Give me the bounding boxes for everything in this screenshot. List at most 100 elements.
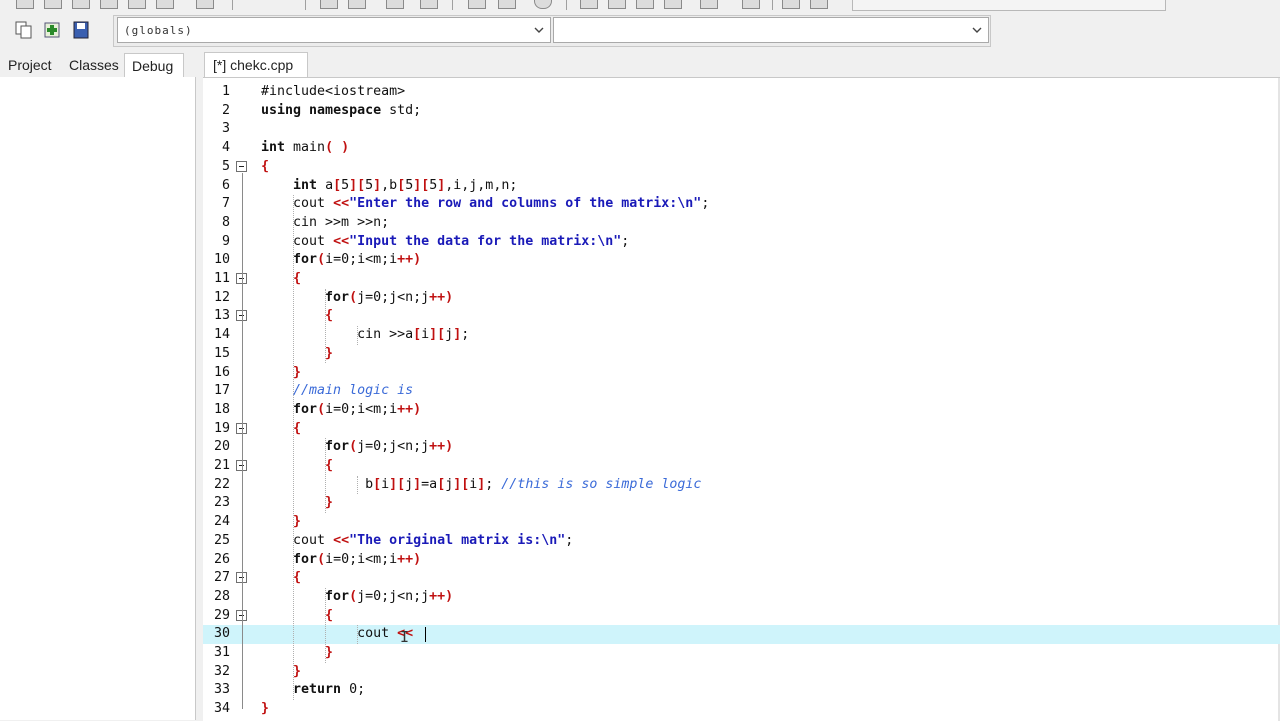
code-line[interactable]: 22 b[i][j]=a[j][i]; //this is so simple …: [203, 476, 1280, 495]
panel-splitter[interactable]: [196, 50, 203, 720]
code-line[interactable]: 32 }: [203, 663, 1280, 682]
code-line[interactable]: 34}: [203, 700, 1280, 719]
code-line[interactable]: 10 for(i=0;i<m;i++): [203, 251, 1280, 270]
code-line[interactable]: 14 cin >>a[i][j];: [203, 326, 1280, 345]
code-line[interactable]: 3: [203, 120, 1280, 139]
code-line[interactable]: 9 cout <<"Input the data for the matrix:…: [203, 233, 1280, 252]
new-project-icon[interactable]: [580, 0, 598, 9]
line-number: 13: [213, 308, 230, 324]
code-line[interactable]: 33 return 0;: [203, 681, 1280, 700]
debug-icon[interactable]: [468, 0, 486, 9]
code-line[interactable]: 5{: [203, 158, 1280, 177]
goto-declaration-button[interactable]: [13, 19, 35, 41]
class-browser-icon[interactable]: [810, 0, 828, 9]
indent-icon[interactable]: [742, 0, 760, 9]
compile-icon[interactable]: [320, 0, 338, 9]
code-line[interactable]: 30 cout <<: [203, 625, 1280, 644]
profile-icon[interactable]: [534, 0, 552, 9]
code-text: int a[5][5],b[5][5],i,j,m,n;: [293, 177, 518, 193]
code-text: }: [325, 495, 334, 511]
code-line[interactable]: 27 {: [203, 569, 1280, 588]
code-text: cout <<"The original matrix is:\n";: [261, 532, 574, 548]
code-line[interactable]: 8 cin >>m >>n;: [203, 214, 1280, 233]
code-text: using namespace std;: [261, 102, 422, 118]
unindent-icon[interactable]: [782, 0, 800, 9]
undo-icon[interactable]: [196, 0, 214, 9]
save-project-button[interactable]: [70, 19, 92, 41]
toggle-bookmark-icon[interactable]: [664, 0, 682, 9]
tab-classes[interactable]: Classes: [63, 53, 125, 77]
scope-combobox-value: (globals): [124, 24, 193, 37]
code-text: {: [293, 271, 302, 286]
line-number: 12: [213, 289, 230, 305]
code-line[interactable]: 31 }: [203, 644, 1280, 663]
save-icon[interactable]: [72, 0, 90, 9]
project-options-icon[interactable]: [608, 0, 626, 9]
code-line[interactable]: 23 }: [203, 494, 1280, 513]
code-line[interactable]: 13 {: [203, 307, 1280, 326]
class-toolbar: (globals): [0, 14, 1280, 48]
line-number: 6: [221, 177, 230, 193]
line-number: 17: [213, 383, 230, 399]
code-line[interactable]: 11 {: [203, 270, 1280, 289]
code-text: int main( ): [261, 140, 350, 156]
print-icon[interactable]: [156, 0, 174, 9]
code-line[interactable]: 19 {: [203, 420, 1280, 439]
code-text: cin >>m >>n;: [261, 214, 390, 230]
fold-range-line: [242, 472, 243, 504]
scope-combobox[interactable]: (globals): [117, 17, 551, 43]
editor-tab-file[interactable]: [*] chekc.cpp: [204, 52, 308, 78]
code-line[interactable]: 24 }: [203, 513, 1280, 532]
line-number: 33: [213, 682, 230, 698]
code-line[interactable]: 21 {: [203, 457, 1280, 476]
chevron-down-icon: [534, 27, 544, 33]
code-line[interactable]: 25 cout <<"The original matrix is:\n";: [203, 532, 1280, 551]
code-line[interactable]: 26 for(i=0;i<m;i++): [203, 551, 1280, 570]
code-line[interactable]: 2 using namespace std;: [203, 102, 1280, 121]
code-text: for(i=0;i<m;i++): [293, 401, 422, 417]
code-line[interactable]: 16 }: [203, 364, 1280, 383]
goto-bookmark-icon[interactable]: [700, 0, 718, 9]
line-number: 22: [213, 476, 230, 492]
line-number: 24: [213, 514, 230, 530]
fold-range-line: [242, 322, 243, 354]
line-number: 8: [221, 214, 230, 230]
code-line[interactable]: 17 //main logic is: [203, 382, 1280, 401]
open-file-icon[interactable]: [44, 0, 62, 9]
floppy-icon: [73, 21, 89, 39]
save-all-icon[interactable]: [100, 0, 118, 9]
code-line[interactable]: 28 for(j=0;j<n;j++): [203, 588, 1280, 607]
close-icon[interactable]: [128, 0, 146, 9]
compile-run-icon[interactable]: [386, 0, 404, 9]
new-file-icon[interactable]: [16, 0, 34, 9]
line-number: 7: [221, 196, 230, 212]
code-line[interactable]: 15 }: [203, 345, 1280, 364]
add-button[interactable]: [42, 19, 64, 41]
rebuild-icon[interactable]: [420, 0, 438, 9]
tab-debug[interactable]: Debug: [124, 53, 184, 77]
code-line[interactable]: 29 {: [203, 607, 1280, 626]
code-line[interactable]: 4 int main( ): [203, 139, 1280, 158]
code-editor[interactable]: 1 #include<iostream> 2 using namespace std;…: [203, 77, 1280, 721]
code-line[interactable]: 1 #include<iostream>: [203, 83, 1280, 102]
code-line[interactable]: 6 int a[5][5],b[5][5],i,j,m,n;: [203, 177, 1280, 196]
symbol-combobox[interactable]: [553, 17, 989, 43]
tab-project[interactable]: Project: [2, 53, 58, 77]
code-line[interactable]: 7 cout <<"Enter the row and columns of t…: [203, 195, 1280, 214]
code-line[interactable]: 12 for(j=0;j<n;j++): [203, 289, 1280, 308]
line-number: 2: [221, 102, 230, 118]
compiler-select[interactable]: [852, 0, 1166, 11]
code-text: }: [325, 345, 334, 361]
toolbar-separator: [452, 0, 453, 10]
line-number: 18: [213, 401, 230, 417]
line-number: 27: [213, 570, 230, 586]
code-text: }: [293, 514, 302, 530]
add-file-icon: [44, 22, 60, 38]
run-icon[interactable]: [348, 0, 366, 9]
indent-guide: [325, 438, 326, 514]
insert-icon[interactable]: [636, 0, 654, 9]
stop-icon[interactable]: [498, 0, 516, 9]
code-line[interactable]: 18 for(i=0;i<m;i++): [203, 401, 1280, 420]
fold-toggle-icon[interactable]: [236, 160, 247, 172]
code-line[interactable]: 20 for(j=0;j<n;j++): [203, 438, 1280, 457]
